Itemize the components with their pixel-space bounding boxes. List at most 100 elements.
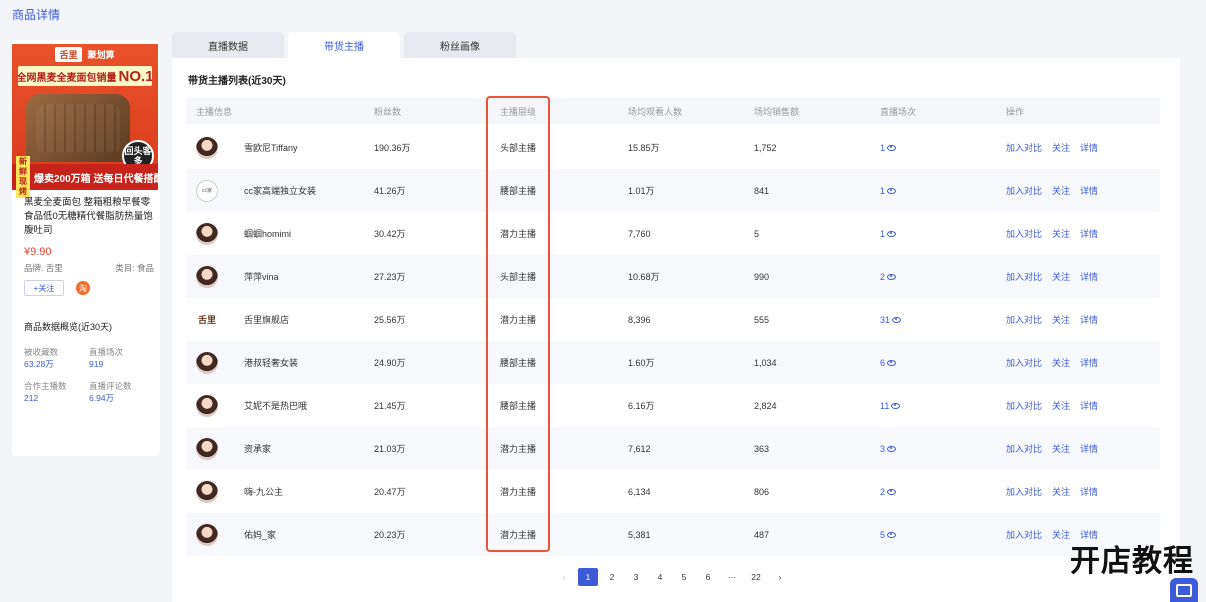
add-compare-link[interactable]: 加入对比 bbox=[1006, 227, 1042, 240]
follow-link[interactable]: 关注 bbox=[1052, 399, 1070, 412]
add-compare-link[interactable]: 加入对比 bbox=[1006, 399, 1042, 412]
eye-icon[interactable] bbox=[887, 187, 897, 194]
col-sessions[interactable]: 直播场次 bbox=[880, 105, 916, 118]
live-sessions[interactable]: 3 bbox=[880, 444, 897, 454]
detail-link[interactable]: 详情 bbox=[1080, 442, 1098, 455]
follow-link[interactable]: 关注 bbox=[1052, 184, 1070, 197]
follow-link[interactable]: 关注 bbox=[1052, 528, 1070, 541]
live-sessions[interactable]: 2 bbox=[880, 272, 897, 282]
add-compare-link[interactable]: 加入对比 bbox=[1006, 485, 1042, 498]
anchor-name[interactable]: 艾妮不是热巴哦 bbox=[244, 399, 307, 412]
eye-icon[interactable] bbox=[887, 144, 897, 151]
follow-link[interactable]: 关注 bbox=[1052, 227, 1070, 240]
avatar[interactable] bbox=[196, 222, 218, 245]
avatar[interactable]: cc家 bbox=[196, 179, 218, 202]
live-sessions[interactable]: 1 bbox=[880, 186, 897, 196]
eye-icon[interactable] bbox=[887, 445, 897, 452]
sessions-count[interactable]: 1 bbox=[880, 229, 885, 239]
page-button[interactable]: 3 bbox=[626, 568, 646, 586]
chat-icon[interactable] bbox=[1170, 578, 1198, 602]
col-fans[interactable]: 粉丝数 bbox=[374, 105, 401, 118]
detail-link[interactable]: 详情 bbox=[1080, 485, 1098, 498]
tab-fan-profile[interactable]: 粉丝画像 bbox=[404, 32, 516, 58]
anchor-name[interactable]: 嗨-九公主 bbox=[244, 485, 283, 498]
add-compare-link[interactable]: 加入对比 bbox=[1006, 270, 1042, 283]
product-image[interactable]: 舌里 聚划算 全网黑麦全麦面包销量 NO.1 回头客多 新鲜现烤 爆卖200万箱… bbox=[12, 44, 160, 198]
sessions-count[interactable]: 3 bbox=[880, 444, 885, 454]
eye-icon[interactable] bbox=[891, 402, 901, 409]
sessions-count[interactable]: 2 bbox=[880, 487, 885, 497]
sessions-count[interactable]: 1 bbox=[880, 143, 885, 153]
sessions-count[interactable]: 6 bbox=[880, 358, 885, 368]
live-sessions[interactable]: 11 bbox=[880, 401, 901, 411]
follow-link[interactable]: 关注 bbox=[1052, 442, 1070, 455]
eye-icon[interactable] bbox=[887, 531, 897, 538]
follow-link[interactable]: 关注 bbox=[1052, 485, 1070, 498]
add-compare-link[interactable]: 加入对比 bbox=[1006, 528, 1042, 541]
detail-link[interactable]: 详情 bbox=[1080, 227, 1098, 240]
taobao-icon[interactable]: 淘 bbox=[76, 281, 90, 295]
live-sessions[interactable]: 1 bbox=[880, 143, 897, 153]
anchor-name[interactable]: 港叔轻奢女装 bbox=[244, 356, 298, 369]
follow-link[interactable]: 关注 bbox=[1052, 356, 1070, 369]
add-compare-link[interactable]: 加入对比 bbox=[1006, 442, 1042, 455]
col-viewers[interactable]: 场均观看人数 bbox=[628, 105, 682, 118]
live-sessions[interactable]: 5 bbox=[880, 530, 897, 540]
anchor-name[interactable]: 萍萍vina bbox=[244, 270, 279, 283]
page-button[interactable]: 2 bbox=[602, 568, 622, 586]
page-button[interactable]: 6 bbox=[698, 568, 718, 586]
col-sales[interactable]: 场均销售额 bbox=[754, 105, 799, 118]
page-button[interactable]: 22 bbox=[746, 568, 766, 586]
avatar[interactable] bbox=[196, 394, 218, 417]
avatar[interactable] bbox=[196, 437, 218, 460]
anchor-name[interactable]: 蝈蝈homimi bbox=[244, 227, 291, 240]
page-button[interactable]: 4 bbox=[650, 568, 670, 586]
prev-page-button[interactable]: ‹ bbox=[554, 568, 574, 586]
eye-icon[interactable] bbox=[887, 359, 897, 366]
detail-link[interactable]: 详情 bbox=[1080, 184, 1098, 197]
follow-link[interactable]: 关注 bbox=[1052, 270, 1070, 283]
sessions-count[interactable]: 2 bbox=[880, 272, 885, 282]
detail-link[interactable]: 详情 bbox=[1080, 270, 1098, 283]
sessions-count[interactable]: 31 bbox=[880, 315, 890, 325]
anchor-name[interactable]: 舌里旗舰店 bbox=[244, 313, 289, 326]
tab-live-data[interactable]: 直播数据 bbox=[172, 32, 284, 58]
anchor-name[interactable]: 佑妈_家 bbox=[244, 528, 276, 541]
detail-link[interactable]: 详情 bbox=[1080, 313, 1098, 326]
avatar[interactable] bbox=[196, 351, 218, 374]
avatar[interactable] bbox=[196, 265, 218, 288]
avatar[interactable] bbox=[196, 480, 218, 503]
avatar[interactable] bbox=[196, 136, 218, 159]
product-title[interactable]: 黑麦全麦面包 整箱粗粮早餐零食品低0无糖精代餐脂肪热量饱腹吐司 bbox=[24, 196, 156, 238]
follow-link[interactable]: 关注 bbox=[1052, 141, 1070, 154]
anchor-name[interactable]: 雪欧尼Tiffany bbox=[244, 141, 298, 154]
add-compare-link[interactable]: 加入对比 bbox=[1006, 184, 1042, 197]
page-button[interactable]: 5 bbox=[674, 568, 694, 586]
avatar[interactable] bbox=[196, 523, 218, 546]
sessions-count[interactable]: 5 bbox=[880, 530, 885, 540]
eye-icon[interactable] bbox=[887, 230, 897, 237]
live-sessions[interactable]: 31 bbox=[880, 315, 902, 325]
detail-link[interactable]: 详情 bbox=[1080, 356, 1098, 369]
eye-icon[interactable] bbox=[887, 273, 897, 280]
follow-link[interactable]: 关注 bbox=[1052, 313, 1070, 326]
sessions-count[interactable]: 1 bbox=[880, 186, 885, 196]
live-sessions[interactable]: 6 bbox=[880, 358, 897, 368]
anchor-name[interactable]: 资承家 bbox=[244, 442, 271, 455]
eye-icon[interactable] bbox=[892, 316, 902, 323]
live-sessions[interactable]: 2 bbox=[880, 487, 897, 497]
page-button[interactable]: ··· bbox=[722, 568, 742, 586]
detail-link[interactable]: 详情 bbox=[1080, 141, 1098, 154]
add-compare-link[interactable]: 加入对比 bbox=[1006, 313, 1042, 326]
sessions-count[interactable]: 11 bbox=[880, 401, 889, 411]
page-button[interactable]: 1 bbox=[578, 568, 598, 586]
tab-anchors[interactable]: 带货主播 bbox=[288, 32, 400, 58]
add-compare-link[interactable]: 加入对比 bbox=[1006, 356, 1042, 369]
anchor-name[interactable]: cc家高端独立女装 bbox=[244, 184, 316, 197]
follow-button[interactable]: +关注 bbox=[24, 280, 64, 296]
add-compare-link[interactable]: 加入对比 bbox=[1006, 141, 1042, 154]
live-sessions[interactable]: 1 bbox=[880, 229, 897, 239]
detail-link[interactable]: 详情 bbox=[1080, 399, 1098, 412]
eye-icon[interactable] bbox=[887, 488, 897, 495]
avatar[interactable]: 舌里 bbox=[196, 308, 218, 331]
